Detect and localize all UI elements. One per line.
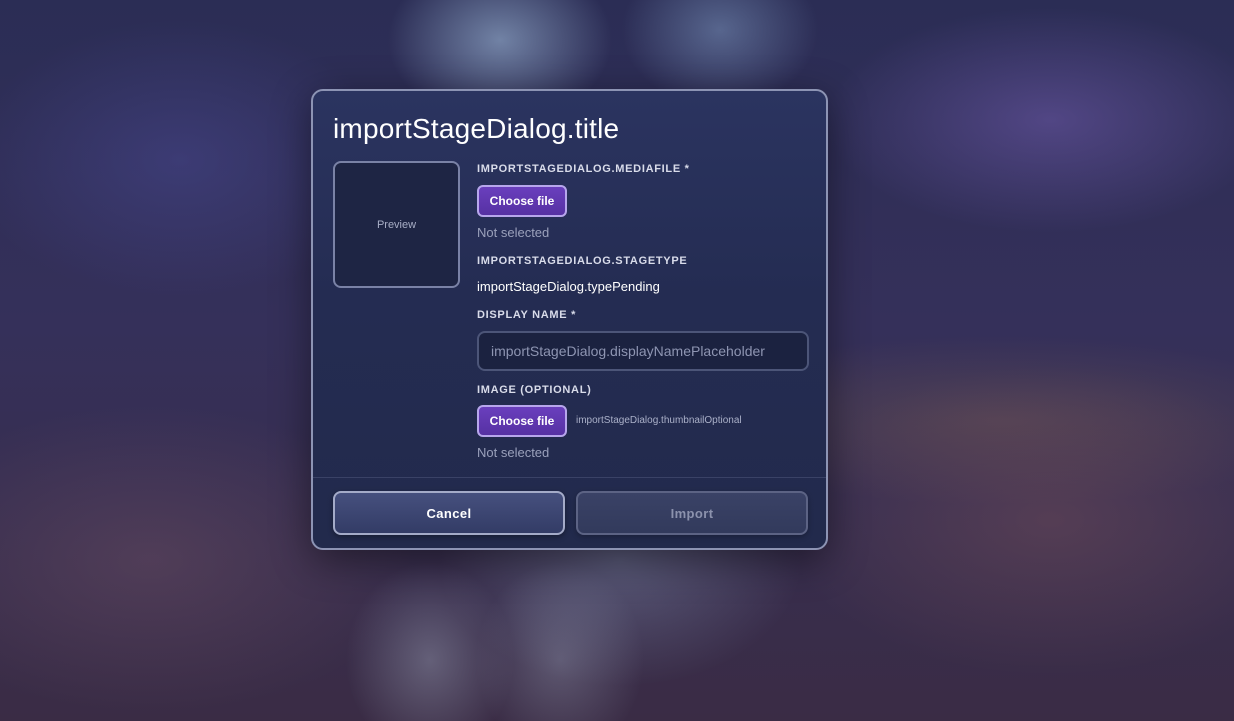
- stage-type-value: importStageDialog.typePending: [477, 279, 660, 294]
- image-status: Not selected: [477, 445, 550, 460]
- image-choose-button[interactable]: Choose file: [477, 405, 567, 437]
- import-stage-dialog: importStageDialog.title Preview IMPORTST…: [311, 89, 828, 550]
- image-hint: importStageDialog.thumbnailOptional: [576, 415, 742, 426]
- display-name-input[interactable]: [477, 331, 809, 371]
- media-file-status: Not selected: [477, 225, 550, 240]
- cancel-button[interactable]: Cancel: [333, 491, 565, 535]
- preview-thumbnail: Preview: [333, 161, 460, 288]
- media-file-choose-button[interactable]: Choose file: [477, 185, 567, 217]
- media-file-label: IMPORTSTAGEDIALOG.MEDIAFILE *: [477, 163, 690, 175]
- stage-type-label: IMPORTSTAGEDIALOG.STAGETYPE: [477, 255, 688, 267]
- import-button[interactable]: Import: [576, 491, 808, 535]
- footer-divider: [313, 477, 826, 478]
- dialog-title: importStageDialog.title: [333, 113, 620, 144]
- image-label: IMAGE (OPTIONAL): [477, 384, 592, 396]
- preview-label: Preview: [376, 218, 417, 231]
- display-name-label: DISPLAY NAME *: [477, 309, 577, 321]
